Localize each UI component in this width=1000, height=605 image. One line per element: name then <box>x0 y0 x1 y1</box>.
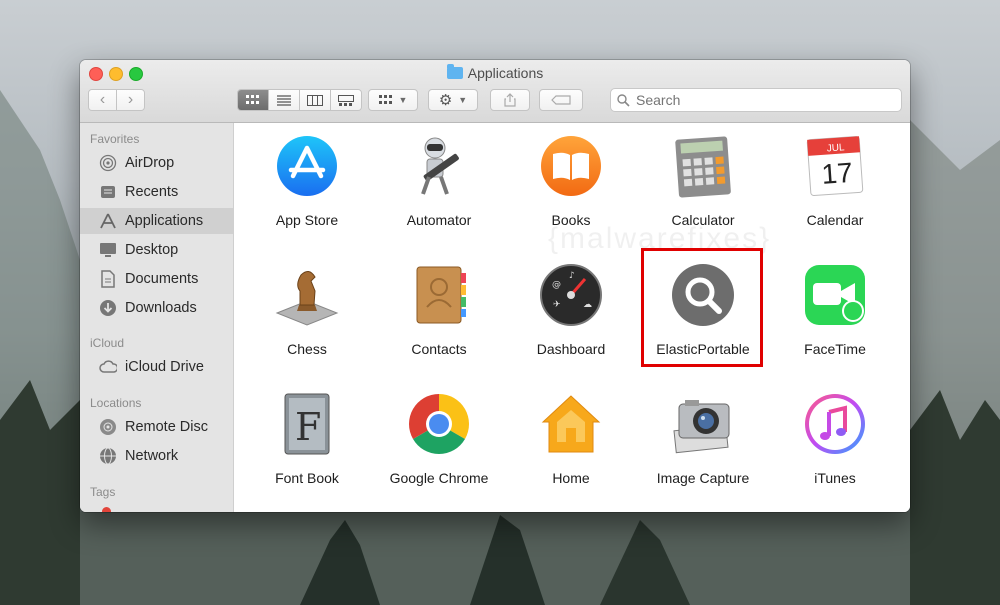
forward-button[interactable]: › <box>117 90 144 110</box>
app-item-app-store[interactable]: App Store <box>241 134 373 228</box>
gallery-icon <box>338 94 354 106</box>
gear-icon: ⚙ <box>438 92 453 109</box>
search-input[interactable] <box>634 91 888 109</box>
app-item-itunes[interactable]: iTunes <box>769 392 901 486</box>
view-mode-selector <box>237 89 362 111</box>
disc-icon <box>99 418 117 436</box>
gallery-view-button[interactable] <box>331 90 361 110</box>
applications-icon <box>99 212 117 230</box>
cloud-icon <box>99 358 117 376</box>
chevron-down-icon: ▼ <box>398 95 408 105</box>
sidebar-item-network[interactable]: Network <box>80 443 233 469</box>
app-item-chess[interactable]: Chess <box>241 263 373 357</box>
image-capture-icon <box>671 392 735 456</box>
app-item-google-chrome[interactable]: Google Chrome <box>373 392 505 486</box>
columns-icon <box>307 94 323 106</box>
finder-window: Applications ‹ › ▼ ⚙ ▼ Search Favorites … <box>80 60 910 512</box>
app-item-calendar[interactable]: JUL 17 Calendar <box>769 134 901 228</box>
svg-text:F: F <box>295 405 321 449</box>
calculator-icon <box>671 134 735 198</box>
svg-text:@: @ <box>552 280 561 290</box>
list-view-button[interactable] <box>269 90 300 110</box>
chevron-down-icon: ▼ <box>458 95 468 105</box>
nav-buttons: ‹ › <box>88 89 145 111</box>
downloads-icon <box>99 299 117 317</box>
airdrop-icon <box>99 154 117 172</box>
sidebar-section-locations: Locations <box>90 396 142 410</box>
sidebar-item-downloads[interactable]: Downloads <box>80 295 233 321</box>
calendar-day: 17 <box>820 157 853 190</box>
sidebar-item-documents[interactable]: Documents <box>80 266 233 292</box>
sidebar-item-recents[interactable]: Recents <box>80 179 233 205</box>
sidebar-item-applications[interactable]: Applications <box>80 208 233 234</box>
window-title: Applications <box>80 64 910 81</box>
red-tag-icon[interactable] <box>102 507 111 512</box>
sidebar-section-tags: Tags <box>90 485 116 499</box>
icon-view-button[interactable] <box>238 90 269 110</box>
calendar-icon: JUL 17 <box>803 134 867 198</box>
app-item-automator[interactable]: Automator <box>373 134 505 228</box>
chess-icon <box>275 263 339 327</box>
window-titlebar: Applications ‹ › ▼ ⚙ ▼ <box>80 60 910 123</box>
google-chrome-icon <box>407 392 471 456</box>
contacts-icon <box>407 263 471 327</box>
sidebar-item-desktop[interactable]: Desktop <box>80 237 233 263</box>
automator-icon <box>407 134 471 198</box>
tags-button[interactable] <box>539 89 583 111</box>
sidebar: Favorites AirDrop Recents Applications D… <box>80 123 234 512</box>
desktop-icon <box>99 241 117 259</box>
app-store-icon <box>275 134 339 198</box>
share-icon <box>504 93 516 107</box>
search-field[interactable] <box>610 88 902 112</box>
calendar-month: JUL <box>826 142 845 154</box>
highlight-box <box>641 248 763 367</box>
app-item-dashboard[interactable]: @ ♪ ✈ ☁ Dashboard <box>505 263 637 357</box>
app-item-image-capture[interactable]: Image Capture <box>637 392 769 486</box>
folder-icon <box>446 64 463 79</box>
grid-icon <box>378 95 392 104</box>
network-icon <box>99 447 117 465</box>
back-button[interactable]: ‹ <box>89 90 117 110</box>
sidebar-item-icloud-drive[interactable]: iCloud Drive <box>80 354 233 380</box>
list-icon <box>277 94 291 106</box>
home-icon <box>539 392 603 456</box>
app-item-calculator[interactable]: Calculator <box>637 134 769 228</box>
action-button[interactable]: ⚙ ▼ <box>428 89 478 111</box>
file-grid: App Store Automator Books Calculator JUL… <box>234 123 910 512</box>
tag-icon <box>551 95 571 105</box>
sidebar-section-favorites: Favorites <box>90 132 140 146</box>
search-icon <box>617 93 630 107</box>
grid-icon <box>246 95 259 104</box>
svg-text:☁: ☁ <box>583 300 592 310</box>
font-book-icon: F <box>275 392 339 456</box>
svg-text:♪: ♪ <box>569 271 575 281</box>
column-view-button[interactable] <box>300 90 331 110</box>
svg-text:✈: ✈ <box>553 300 561 310</box>
app-item-contacts[interactable]: Contacts <box>373 263 505 357</box>
itunes-icon <box>803 392 867 456</box>
share-button[interactable] <box>490 89 530 111</box>
app-item-facetime[interactable]: FaceTime <box>769 263 901 357</box>
sidebar-item-remote-disc[interactable]: Remote Disc <box>80 414 233 440</box>
app-item-font-book[interactable]: F Font Book <box>241 392 373 486</box>
sidebar-section-icloud: iCloud <box>90 336 125 350</box>
app-item-books[interactable]: Books <box>505 134 637 228</box>
books-icon <box>539 134 603 198</box>
sidebar-item-airdrop[interactable]: AirDrop <box>80 150 233 176</box>
group-by-button[interactable]: ▼ <box>368 89 418 111</box>
recents-icon <box>99 183 117 201</box>
app-item-home[interactable]: Home <box>505 392 637 486</box>
dashboard-icon: @ ♪ ✈ ☁ <box>539 263 603 327</box>
facetime-icon <box>803 263 867 327</box>
documents-icon <box>99 270 117 288</box>
